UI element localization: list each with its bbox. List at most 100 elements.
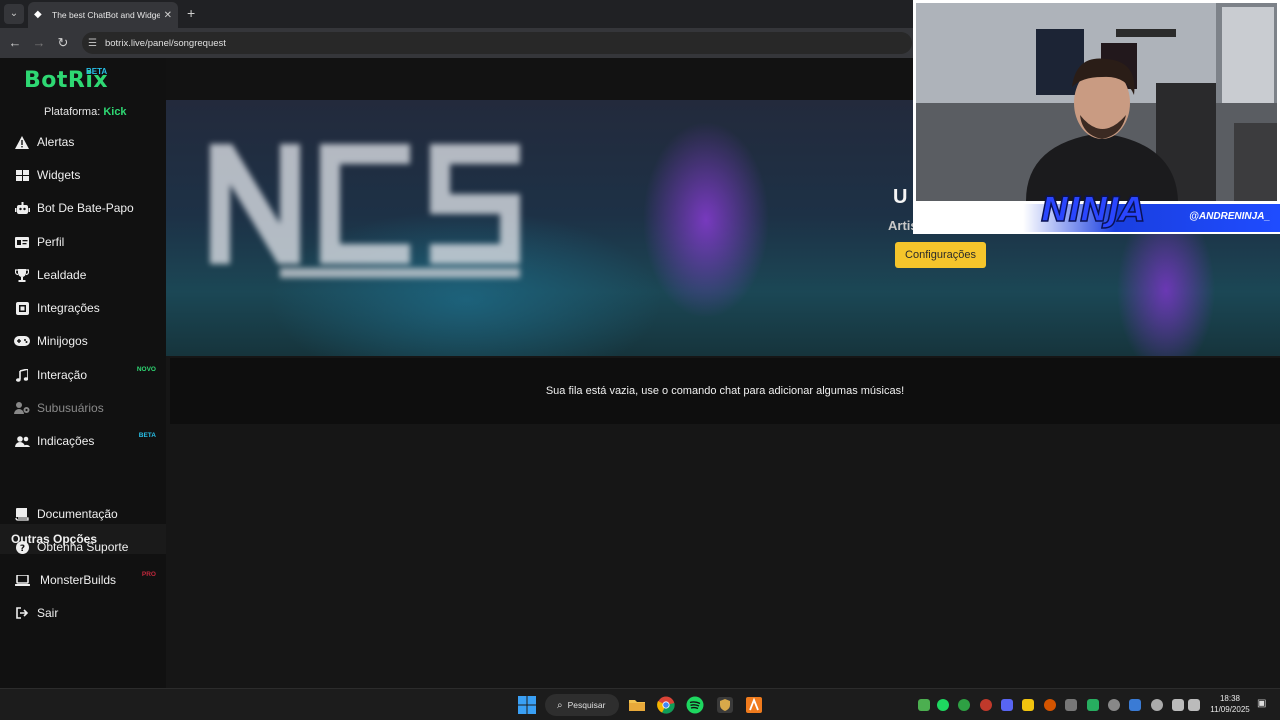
reload-icon[interactable]: ↻ bbox=[54, 34, 72, 52]
network-icon[interactable] bbox=[1172, 699, 1184, 711]
settings-button[interactable]: Configurações bbox=[895, 242, 986, 268]
search-label: Pesquisar bbox=[567, 700, 606, 710]
address-bar[interactable]: ☰ botrix.live/panel/songrequest bbox=[82, 32, 912, 54]
app-shield-icon[interactable] bbox=[716, 696, 734, 714]
browser-tab[interactable]: ◆ The best ChatBot and Widgets ✕ bbox=[28, 2, 178, 28]
spotify-icon[interactable] bbox=[686, 696, 704, 714]
site-info-icon[interactable]: ☰ bbox=[88, 38, 97, 49]
song-title: U bbox=[893, 186, 908, 208]
queue-empty-message: Sua fila está vazia, use o comando chat … bbox=[545, 385, 905, 397]
microphone-icon[interactable] bbox=[1151, 699, 1163, 711]
plug-icon bbox=[14, 300, 30, 316]
beta-badge: BETA bbox=[138, 432, 156, 439]
sidebar-item-label: Obtenha Suporte bbox=[37, 540, 129, 554]
tray-spotify-icon[interactable] bbox=[937, 699, 949, 711]
sidebar-item-label: Lealdade bbox=[37, 268, 87, 282]
file-explorer-icon[interactable] bbox=[628, 696, 646, 714]
app-orange-icon[interactable] bbox=[745, 696, 763, 714]
sidebar-item-label: Subusuários bbox=[37, 401, 104, 415]
laptop-icon bbox=[14, 572, 30, 588]
tab-search-chevron-icon[interactable]: ⌄ bbox=[4, 4, 24, 24]
sidebar: BotRix BETA Plataforma: Kick Alertas Wid… bbox=[0, 58, 166, 688]
webcam-feed bbox=[916, 3, 1277, 201]
sidebar-item-indicacoes[interactable]: Indicações BETA bbox=[0, 427, 166, 455]
tray-app-icon[interactable] bbox=[1108, 699, 1120, 711]
sidebar-item-sair[interactable]: Sair bbox=[0, 599, 166, 627]
sidebar-item-label: Sair bbox=[37, 606, 59, 620]
windows-start-icon[interactable] bbox=[518, 696, 536, 714]
logout-icon bbox=[14, 605, 30, 621]
gamepad-icon bbox=[14, 333, 30, 349]
tray-security-icon[interactable] bbox=[1087, 699, 1099, 711]
forward-arrow-icon[interactable]: → bbox=[30, 34, 48, 52]
platform-value: Kick bbox=[103, 106, 127, 118]
robot-icon bbox=[14, 200, 30, 216]
sidebar-item-label: Alertas bbox=[37, 135, 75, 149]
svg-text:?: ? bbox=[19, 544, 24, 554]
sidebar-item-documentacao[interactable]: Documentação bbox=[0, 500, 166, 528]
back-arrow-icon[interactable]: ← bbox=[6, 34, 24, 52]
users-icon bbox=[14, 433, 30, 449]
sidebar-item-label: Indicações bbox=[37, 434, 95, 448]
book-icon bbox=[14, 506, 30, 522]
sidebar-item-label: Perfil bbox=[37, 235, 65, 249]
logo-beta-badge: BETA bbox=[86, 67, 108, 76]
trophy-icon bbox=[14, 267, 30, 283]
new-badge: NOVO bbox=[136, 366, 156, 373]
volume-icon[interactable] bbox=[1188, 699, 1200, 711]
clock-date: 11/09/2025 bbox=[1210, 705, 1250, 714]
webcam-overlay: NINJA @ANDRENINJA_ bbox=[913, 0, 1280, 234]
sidebar-item-label: Integrações bbox=[37, 301, 100, 315]
taskbar-search[interactable]: ⌕ Pesquisar bbox=[545, 694, 619, 716]
sidebar-item-label: Minijogos bbox=[37, 334, 88, 348]
tray-app-orange-icon[interactable] bbox=[1044, 699, 1056, 711]
notification-bell-icon[interactable]: ▣ bbox=[1257, 698, 1269, 710]
sidebar-item-widgets[interactable]: Widgets bbox=[0, 161, 166, 189]
chrome-icon[interactable] bbox=[657, 696, 675, 714]
users-cog-icon bbox=[14, 400, 30, 416]
tray-app-red-icon[interactable] bbox=[980, 699, 992, 711]
pro-badge: PRO bbox=[141, 571, 156, 578]
tray-app-green-icon[interactable] bbox=[958, 699, 970, 711]
sidebar-item-monsterbuilds[interactable]: MonsterBuilds PRO bbox=[0, 566, 166, 594]
sidebar-item-interacao[interactable]: Interação NOVO bbox=[0, 361, 166, 389]
tray-discord-icon[interactable] bbox=[1001, 699, 1013, 711]
sidebar-item-label: Documentação bbox=[37, 507, 118, 521]
tray-app-gray-icon[interactable] bbox=[1065, 699, 1077, 711]
grid-icon bbox=[14, 167, 30, 183]
question-icon: ? bbox=[14, 539, 30, 555]
sidebar-item-perfil[interactable]: Perfil bbox=[0, 228, 166, 256]
music-icon bbox=[14, 367, 30, 383]
tray-app-yellow-icon[interactable] bbox=[1022, 699, 1034, 711]
sidebar-item-obtenha-suporte[interactable]: ? Obtenha Suporte bbox=[0, 533, 166, 561]
song-queue-empty-state: Sua fila está vazia, use o comando chat … bbox=[170, 358, 1280, 424]
close-tab-icon[interactable]: ✕ bbox=[164, 10, 172, 21]
sidebar-item-label: Bot De Bate-Papo bbox=[37, 201, 134, 215]
platform-indicator: Plataforma: Kick bbox=[44, 106, 127, 118]
search-icon: ⌕ bbox=[557, 699, 563, 711]
sidebar-item-alertas[interactable]: Alertas bbox=[0, 128, 166, 156]
sidebar-item-minijogos[interactable]: Minijogos bbox=[0, 327, 166, 355]
sidebar-item-label: MonsterBuilds bbox=[40, 573, 117, 587]
clock-time: 18:38 bbox=[1219, 694, 1241, 703]
windows-taskbar: ⌕ Pesquisar 18:38 11/09/2025 ▣ bbox=[0, 688, 1280, 720]
botrix-favicon-icon: ◆ bbox=[34, 9, 42, 20]
platform-label: Plataforma: bbox=[44, 106, 101, 118]
album-art-ncs-logo bbox=[210, 144, 520, 278]
sidebar-item-label: Interação bbox=[37, 368, 88, 382]
warning-icon bbox=[14, 134, 30, 150]
new-tab-icon[interactable]: + bbox=[187, 5, 195, 21]
url-text: botrix.live/panel/songrequest bbox=[104, 37, 226, 49]
sidebar-item-integracoes[interactable]: Integrações bbox=[0, 294, 166, 322]
taskbar-clock[interactable]: 18:38 11/09/2025 bbox=[1206, 693, 1254, 715]
tray-nvidia-icon[interactable] bbox=[918, 699, 930, 711]
sidebar-item-subusuarios[interactable]: Subusuários bbox=[0, 394, 166, 422]
streamer-handle: @ANDRENINJA_ bbox=[1189, 211, 1270, 222]
id-card-icon bbox=[14, 234, 30, 250]
sidebar-item-bot-de-bate-papo[interactable]: Bot De Bate-Papo bbox=[0, 194, 166, 222]
sidebar-item-label: Widgets bbox=[37, 168, 81, 182]
tab-title: The best ChatBot and Widgets bbox=[52, 10, 160, 20]
sidebar-item-lealdade[interactable]: Lealdade bbox=[0, 261, 166, 289]
ninja-logo: NINJA bbox=[1040, 189, 1146, 231]
tray-steam-icon[interactable] bbox=[1129, 699, 1141, 711]
